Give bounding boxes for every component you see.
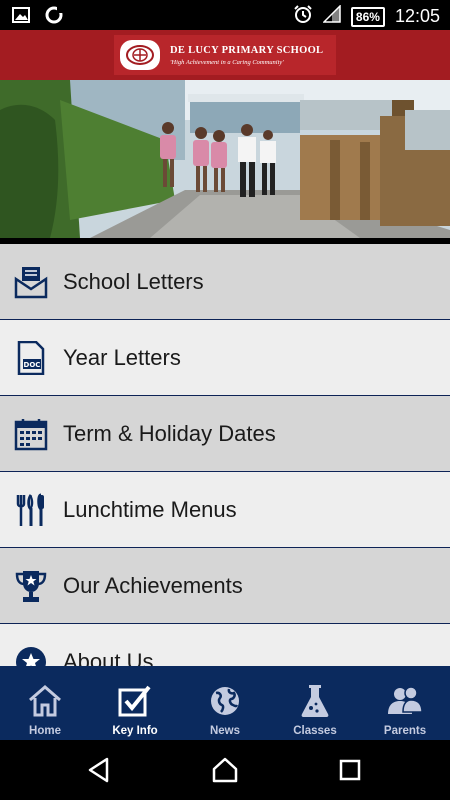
calendar-icon: [14, 417, 48, 451]
people-icon: [387, 684, 423, 718]
system-nav-bar: [0, 740, 450, 800]
signal-icon: [322, 4, 341, 28]
tab-key-info[interactable]: Key Info: [90, 666, 180, 740]
recents-icon[interactable]: [334, 754, 366, 786]
alarm-icon: [293, 4, 313, 29]
menu-item-label: Year Letters: [63, 344, 181, 370]
image-icon: [12, 7, 30, 28]
doc-icon: DOC: [14, 340, 48, 375]
envelope-icon: [14, 265, 48, 299]
bottom-tab-bar: Home Key Info News Classes Parents: [0, 666, 450, 740]
trophy-icon: [14, 569, 48, 603]
menu-item-our-achievements[interactable]: Our Achievements: [0, 548, 450, 624]
tab-label: Parents: [383, 725, 427, 737]
home-icon: [28, 684, 62, 718]
tab-label: Classes: [293, 725, 337, 737]
tab-label: News: [209, 725, 241, 737]
battery-icon: 86%: [350, 6, 385, 27]
menu-item-year-letters[interactable]: DOC Year Letters: [0, 320, 450, 396]
hero-photo: [0, 80, 450, 238]
tab-label: Home: [29, 725, 61, 737]
tab-classes[interactable]: Classes: [270, 666, 360, 740]
menu-item-label: Lunchtime Menus: [63, 496, 237, 522]
menu-item-term-holiday-dates[interactable]: Term & Holiday Dates: [0, 396, 450, 472]
back-icon[interactable]: [83, 754, 115, 786]
tab-label: Key Info: [112, 725, 158, 737]
school-motto: 'High Achievement in a Caring Community': [170, 58, 284, 66]
app-header: DE LUCY PRIMARY SCHOOL 'High Achievement…: [0, 30, 450, 80]
cutlery-icon: [14, 493, 48, 527]
sync-icon: [44, 5, 64, 30]
flask-icon: [300, 684, 330, 718]
tab-news[interactable]: News: [180, 666, 270, 740]
svg-text:DOC: DOC: [24, 361, 41, 369]
menu-item-about-us[interactable]: About Us: [0, 624, 450, 666]
menu-item-school-letters[interactable]: School Letters: [0, 244, 450, 320]
menu-item-label: Term & Holiday Dates: [63, 420, 276, 446]
key-info-menu: School Letters DOC Year Letters Term & H…: [0, 244, 450, 666]
menu-item-label: School Letters: [63, 268, 204, 294]
star-icon: [14, 645, 48, 666]
crest-icon: [120, 40, 160, 70]
menu-item-label: About Us: [63, 648, 154, 667]
menu-item-lunchtime-menus[interactable]: Lunchtime Menus: [0, 472, 450, 548]
home-nav-icon[interactable]: [209, 754, 241, 786]
checkbox-icon: [118, 684, 152, 718]
clock: 12:05: [394, 6, 440, 26]
tab-home[interactable]: Home: [0, 666, 90, 740]
status-bar: 86% 12:05: [0, 0, 450, 30]
school-logo: DE LUCY PRIMARY SCHOOL 'High Achievement…: [114, 35, 336, 75]
menu-item-label: Our Achievements: [63, 572, 243, 598]
school-name: DE LUCY PRIMARY SCHOOL: [170, 44, 324, 56]
tab-parents[interactable]: Parents: [360, 666, 450, 740]
globe-icon: [209, 684, 241, 718]
